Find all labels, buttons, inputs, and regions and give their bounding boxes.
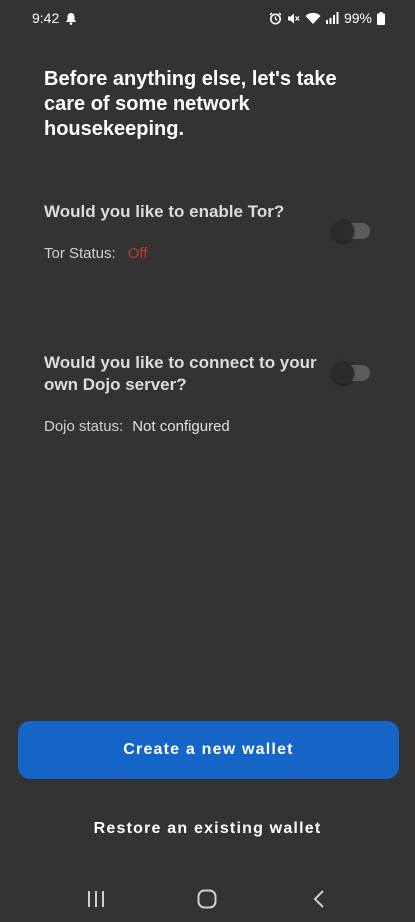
clock: 9:42 <box>32 10 60 26</box>
signal-icon <box>325 12 339 24</box>
dojo-status-label: Dojo status: <box>44 418 124 435</box>
mute-icon <box>287 12 300 25</box>
battery-icon <box>377 11 385 25</box>
recent-apps-icon <box>87 890 104 907</box>
tor-status: Tor Status: Off <box>44 245 147 262</box>
system-nav-bar <box>0 875 415 922</box>
tor-status-value: Off <box>127 245 148 262</box>
create-wallet-button[interactable]: Create a new wallet <box>18 721 399 779</box>
dojo-toggle-thumb <box>332 362 354 384</box>
back-button[interactable] <box>289 879 349 919</box>
status-right: 99% <box>269 10 385 26</box>
battery-percent: 99% <box>343 10 372 26</box>
home-icon <box>197 889 217 908</box>
tor-status-label: Tor Status: <box>44 245 116 262</box>
home-button[interactable] <box>177 879 237 919</box>
tor-toggle-thumb <box>332 220 354 242</box>
notification-bell-icon <box>65 12 77 25</box>
dojo-status-value: Not configured <box>132 418 230 435</box>
dojo-status: Dojo status: Not configured <box>44 418 230 435</box>
tor-question: Would you like to enable Tor? <box>44 202 285 221</box>
tor-toggle[interactable] <box>332 220 370 242</box>
alarm-icon <box>269 12 282 25</box>
restore-wallet-button[interactable]: Restore an existing wallet <box>0 812 415 846</box>
dojo-toggle[interactable] <box>332 362 370 384</box>
page-title: Before anything else, let's take care of… <box>44 68 337 140</box>
dojo-question: Would you like to connect to your own Do… <box>44 353 317 394</box>
status-bar: 9:42 99% <box>0 0 415 36</box>
recent-apps-button[interactable] <box>66 879 126 919</box>
status-left: 9:42 <box>32 10 77 26</box>
back-chevron-icon <box>313 889 324 908</box>
wifi-icon <box>305 12 321 25</box>
